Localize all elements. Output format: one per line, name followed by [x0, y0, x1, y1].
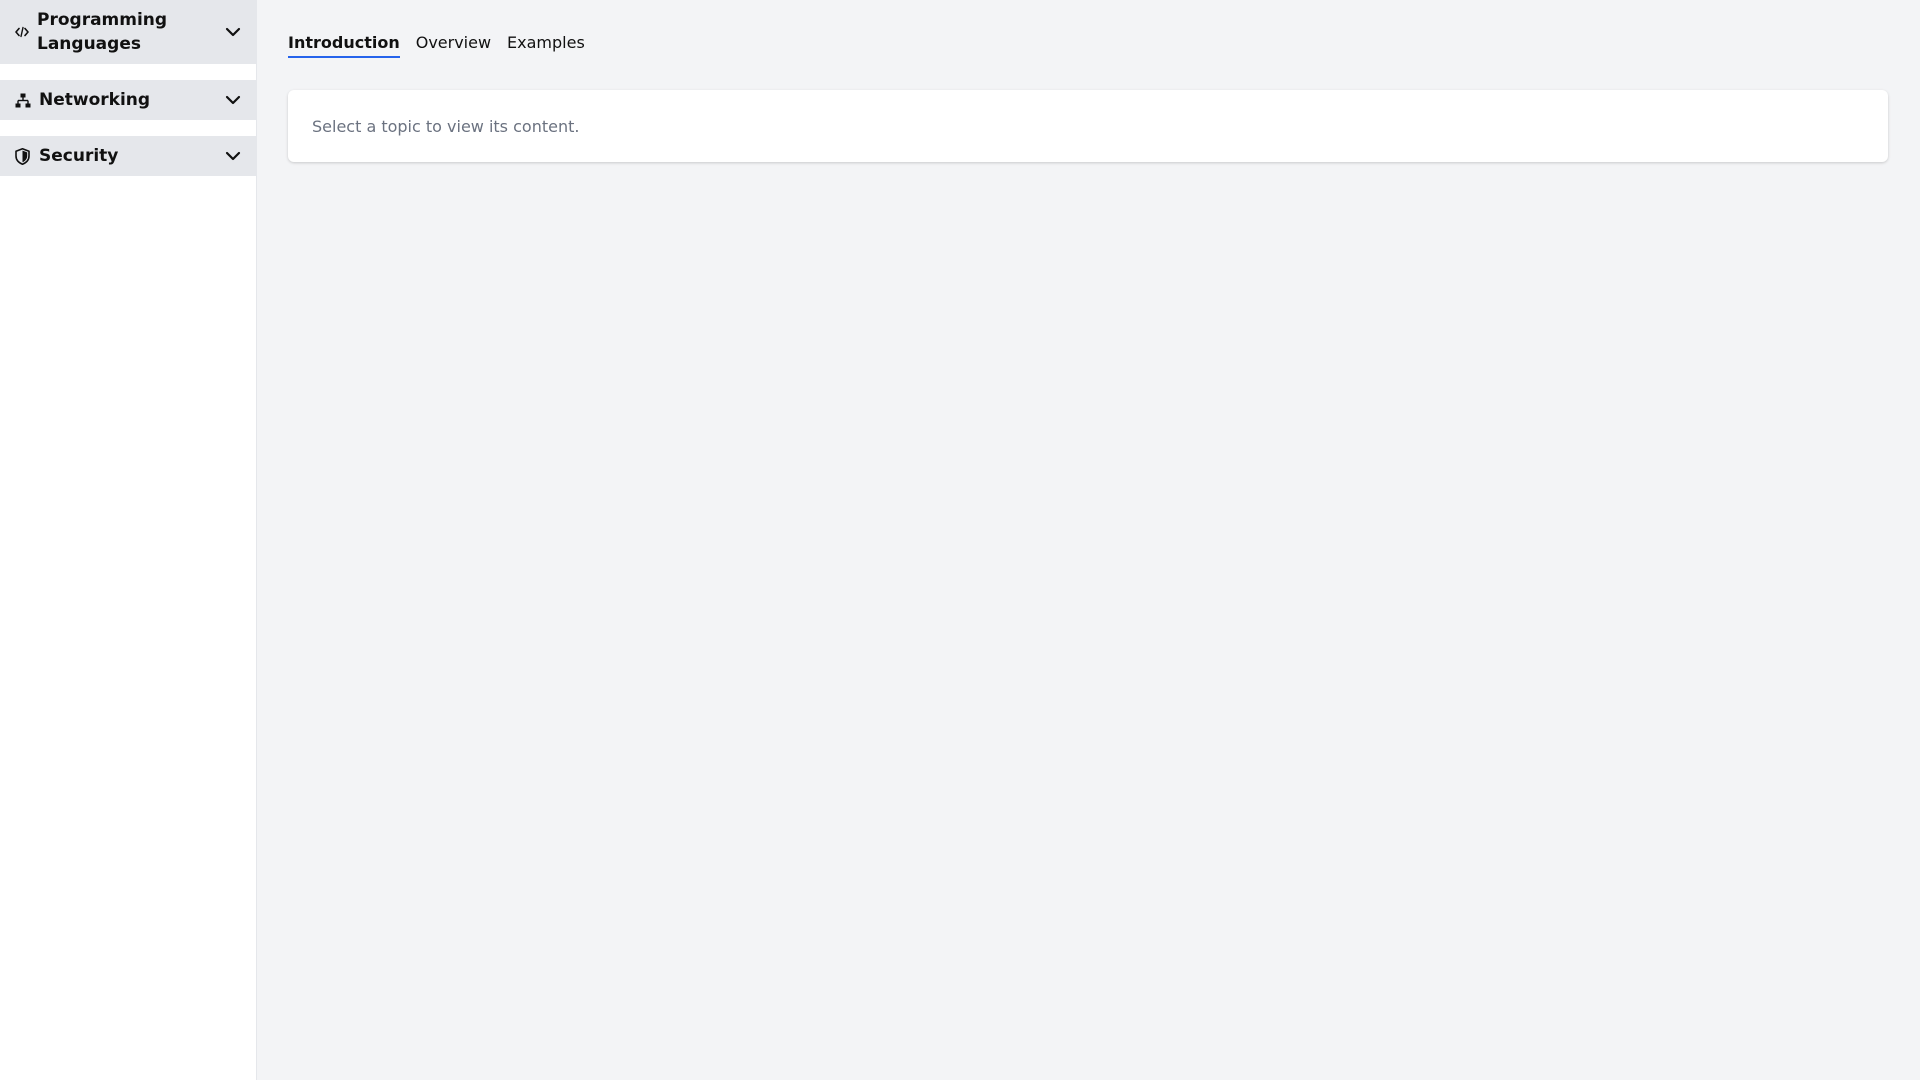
main-content: Introduction Overview Examples Select a …	[257, 0, 1920, 1080]
tab-overview[interactable]: Overview	[416, 30, 491, 56]
sidebar-section-programming-languages[interactable]: Programming Languages	[0, 0, 256, 64]
shield-icon	[15, 147, 37, 165]
app-root: Programming Languages Networking Securit…	[0, 0, 1920, 1080]
content-placeholder: Select a topic to view its content.	[312, 116, 580, 136]
chevron-down-icon[interactable]	[224, 23, 242, 41]
content-panel: Select a topic to view its content.	[288, 90, 1888, 162]
sidebar-section-security[interactable]: Security	[0, 136, 256, 176]
sidebar-section-networking[interactable]: Networking	[0, 80, 256, 120]
tab-introduction[interactable]: Introduction	[288, 30, 400, 58]
network-icon	[15, 93, 37, 108]
code-icon	[15, 26, 37, 38]
chevron-down-icon[interactable]	[224, 147, 242, 165]
sidebar: Programming Languages Networking Securit…	[0, 0, 257, 1080]
tab-examples[interactable]: Examples	[507, 30, 585, 56]
tab-bar: Introduction Overview Examples	[288, 30, 1888, 59]
chevron-down-icon[interactable]	[224, 91, 242, 109]
sidebar-section-label: Networking	[39, 90, 151, 110]
sidebar-section-label: Security	[39, 146, 119, 166]
sidebar-section-label: Programming Languages	[37, 10, 168, 54]
